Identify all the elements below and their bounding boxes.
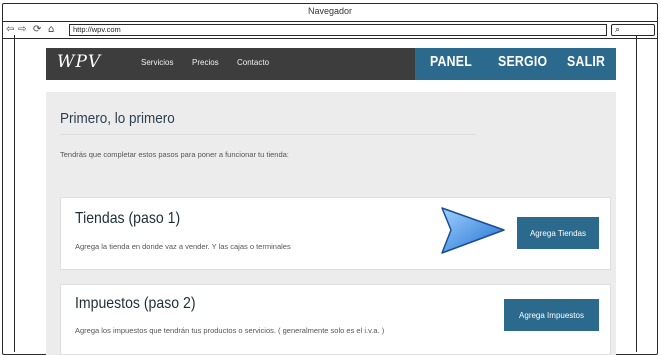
intro-text: Tendrás que completar estos pasos para p…: [60, 150, 289, 159]
viewport-left-edge: [14, 35, 16, 352]
logout-button[interactable]: SALIR: [567, 53, 605, 70]
page-title: Primero, lo primero: [60, 110, 175, 127]
step-description: Agrega los impuestos que tendrán tus pro…: [75, 326, 385, 335]
window-title: Navegador: [307, 6, 353, 16]
logo[interactable]: WPV: [57, 52, 101, 72]
forward-icon[interactable]: ⇨: [18, 23, 26, 37]
nav-link-servicios[interactable]: Servicios: [141, 58, 173, 67]
viewport-right-edge: [636, 35, 638, 352]
app-header: WPV Servicios Precios Contacto PANEL SER…: [46, 48, 616, 80]
reload-icon[interactable]: ⟳: [33, 23, 41, 37]
add-impuestos-button[interactable]: Agrega Impuestos: [504, 299, 599, 331]
step-card-impuestos: Impuestos (paso 2) Agrega los impuestos …: [60, 284, 611, 355]
panel-button[interactable]: PANEL: [430, 53, 472, 70]
search-icon: ⌕: [615, 25, 621, 35]
title-divider: [60, 134, 476, 135]
title-bar: Navegador: [3, 4, 657, 22]
header-actions: PANEL SERGIO SALIR: [415, 48, 616, 80]
add-tiendas-button[interactable]: Agrega Tiendas: [517, 217, 599, 249]
step-title: Tiendas (paso 1): [75, 210, 181, 227]
navigation-bar: ⇦ ⇨ ⟳ ⌂ http://wpv.com ⌕: [3, 22, 657, 39]
step-title: Impuestos (paso 2): [75, 295, 196, 312]
main-content: Primero, lo primero Tendrás que completa…: [46, 92, 616, 355]
user-button[interactable]: SERGIO: [498, 53, 547, 70]
step-description: Agrega la tienda en donde vaz a vender. …: [75, 242, 291, 251]
address-bar[interactable]: http://wpv.com: [69, 24, 607, 36]
nav-link-contacto[interactable]: Contacto: [237, 58, 269, 67]
home-icon[interactable]: ⌂: [48, 23, 54, 37]
arrow-right-icon: [441, 207, 505, 254]
nav-link-precios[interactable]: Precios: [192, 58, 219, 67]
step-card-tiendas: Tiendas (paso 1) Agrega la tienda en don…: [60, 197, 611, 270]
search-field[interactable]: ⌕: [611, 24, 655, 36]
